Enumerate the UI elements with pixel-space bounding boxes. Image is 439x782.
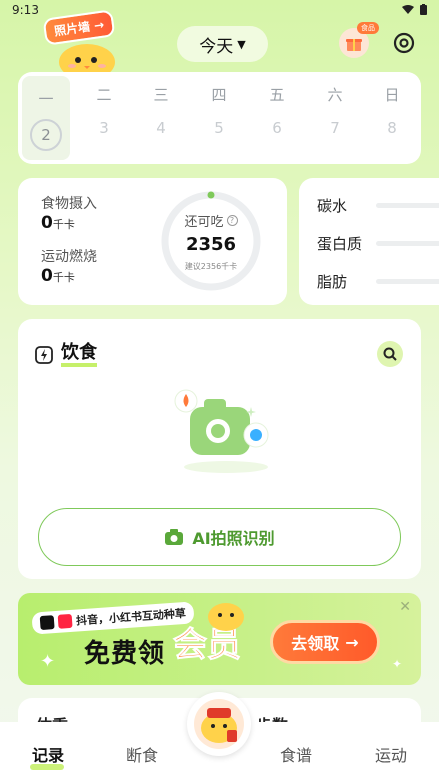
day-number: 7 [330,119,340,137]
day-name: 四 [211,86,227,104]
diet-title-text: 饮食 [61,343,97,367]
day-name: 日 [384,86,400,104]
xiaohongshu-icon [57,613,73,629]
sparkle-icon: ✦ [40,651,56,672]
day-number: 2 [30,119,62,151]
banner-tag-text: 抖音，小红书互动种草 [75,606,187,628]
diet-title: 饮食 [35,343,97,367]
search-icon [383,347,397,361]
ai-button-label: AI拍照识别 [192,529,275,548]
douyin-icon [39,615,55,631]
vip-promo-banner[interactable]: 抖音，小红书互动种草 免费领 会员 去领取 → ✕ ✦ ✦ [18,593,421,685]
week-day-4[interactable]: 四 5 [195,72,243,160]
banner-claim-button[interactable]: 去领取 → [270,620,380,664]
macro-fat-label: 脂肪 [317,273,348,291]
macro-card[interactable]: 碳水 蛋白质 脂肪 [299,178,439,305]
close-icon[interactable]: ✕ [399,599,411,615]
macro-protein-label: 蛋白质 [317,235,363,253]
remaining-label: 还可吃 [184,215,224,230]
arrow-right-icon: → [345,632,359,652]
gift-badge: 食品 [357,22,379,34]
info-icon[interactable]: ? [226,215,238,226]
ai-photo-recognition-button[interactable]: AI拍照识别 [38,508,401,566]
intake-value: 0千卡 [41,213,75,233]
date-selector[interactable]: 今天 ▼ [177,26,268,62]
day-name: 五 [269,86,285,104]
banner-main-text: 免费领 [84,639,166,669]
macro-protein-bar [376,241,439,246]
suggest-text: 建议2356千卡 [184,262,238,271]
week-day-6[interactable]: 六 7 [311,72,359,160]
macro-carb-bar [376,203,439,208]
day-name: 三 [153,86,169,104]
day-name: 一 [38,90,54,108]
diet-card: 饮食 AI拍照识别 [18,319,421,579]
gear-icon [393,32,415,54]
burn-label: 运动燃烧 [41,249,97,265]
caret-down-icon: ▼ [237,37,246,51]
mascot-lucky-icon [194,699,244,749]
diet-search-button[interactable] [377,341,403,367]
lightning-icon [35,346,53,364]
tab-exercise[interactable]: 运动 [361,742,421,766]
day-name: 二 [96,86,112,104]
burn-value: 0千卡 [41,266,75,286]
calorie-ring-text: 还可吃 ? 2356 建议2356千卡 [159,189,263,293]
center-add-button[interactable] [187,692,251,756]
day-number: 5 [214,119,224,137]
day-number: 4 [156,119,166,137]
week-day-3[interactable]: 三 4 [137,72,185,160]
macro-fat-bar [376,279,439,284]
week-calendar: 一 2 二 3 三 4 四 5 五 6 六 7 日 8 [18,72,421,164]
settings-button[interactable] [391,30,417,56]
banner-cta-label: 去领取 [291,634,340,653]
chick-mascot-icon [208,603,244,631]
tab-recipes[interactable]: 食谱 [266,742,326,766]
sparkle-icon: ✦ [392,657,403,671]
day-number: 3 [99,119,109,137]
day-number: 8 [387,119,397,137]
week-day-7[interactable]: 日 8 [368,72,416,160]
header: 照片墙 → 今天 ▼ 食品 [0,9,439,78]
calorie-summary-card[interactable]: 食物摄入 0千卡 运动燃烧 0千卡 还可吃 ? 2356 建议2356千卡 [18,178,287,305]
week-day-1[interactable]: 一 2 [22,76,70,160]
tab-fasting[interactable]: 断食 [112,742,172,766]
intake-label: 食物摄入 [41,196,97,212]
macro-carb-label: 碳水 [317,197,348,215]
banner-tag: 抖音，小红书互动种草 [31,601,195,635]
gift-button[interactable]: 食品 [339,22,379,58]
camera-illustration-icon [174,389,269,473]
date-selector-label: 今天 [199,36,234,57]
day-name: 六 [327,86,343,104]
gift-icon [346,39,362,51]
remaining-value: 2356 [185,234,237,255]
day-number: 6 [272,119,282,137]
week-day-5[interactable]: 五 6 [253,72,301,160]
tab-record[interactable]: 记录 [18,742,78,766]
week-day-2[interactable]: 二 3 [80,72,128,160]
camera-icon [165,529,184,545]
